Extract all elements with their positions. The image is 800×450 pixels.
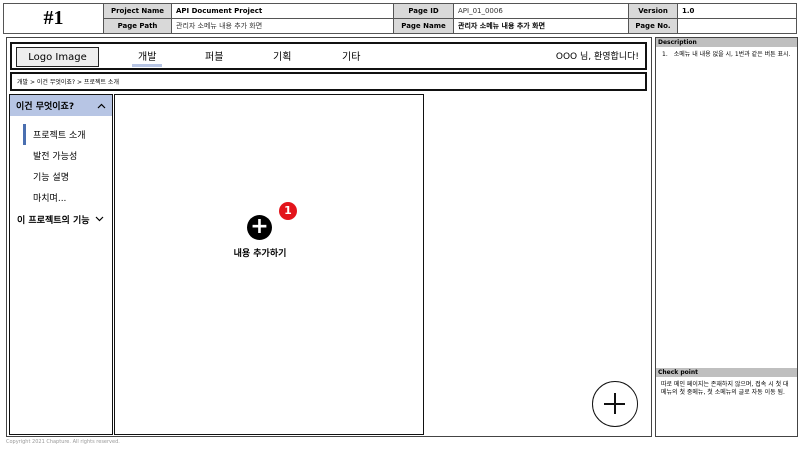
project-name-value: API Document Project — [172, 4, 394, 19]
sidebar-item-closing[interactable]: 마치며... — [23, 187, 112, 208]
page-path-value: 관리자 소메뉴 내용 추가 화면 — [172, 18, 394, 33]
sidebar: 이건 무엇이죠? 프로젝트 소개 발전 가능성 기능 설명 마치며... 이 프… — [9, 94, 113, 435]
checkpoint-section: Check point 따로 메인 페이지는 존재하지 않으며, 접속 시 첫 … — [656, 368, 797, 397]
nav-menu-publish[interactable]: 퍼블 — [199, 48, 229, 67]
version-label: Version — [629, 4, 678, 19]
page-id-value: API_01_0006 — [454, 4, 629, 19]
sidebar-footer-title: 이 프로젝트의 기능 — [17, 215, 90, 226]
description-item: 1. 소메뉴 내 내용 없을 시, 1번과 같은 버튼 표시. — [656, 47, 797, 59]
page-no-label: Page No. — [629, 18, 678, 33]
chevron-up-icon — [97, 103, 106, 108]
screen-number: #1 — [4, 4, 104, 33]
copyright-text: Copyright 2021 Chapture. All rights rese… — [6, 439, 120, 445]
floating-add-button[interactable] — [592, 381, 638, 427]
page-path-label: Page Path — [104, 18, 172, 33]
nav-menu-dev[interactable]: 개발 — [132, 48, 163, 67]
spec-side-panel: Description 1. 소메뉴 내 내용 없을 시, 1번과 같은 버튼 … — [655, 37, 798, 437]
add-content-label[interactable]: 내용 추가하기 — [225, 246, 295, 259]
page-no-value — [678, 19, 796, 34]
description-item-number: 1. — [662, 51, 668, 58]
breadcrumb: 개발 > 이건 무엇이죠? > 프로젝트 소개 — [10, 72, 647, 91]
sidebar-list: 프로젝트 소개 발전 가능성 기능 설명 마치며... — [23, 124, 112, 208]
content-area: + 1 내용 추가하기 — [114, 94, 424, 435]
wireframe-frame: Logo Image 개발 퍼블 기획 기타 OOO 님, 환영합니다! 개발 … — [6, 37, 652, 437]
top-navigation: Logo Image 개발 퍼블 기획 기타 OOO 님, 환영합니다! — [10, 42, 647, 70]
page-name-value: 관리자 소메뉴 내용 추가 화면 — [454, 18, 629, 33]
nav-menu-etc[interactable]: 기타 — [336, 48, 366, 67]
sidebar-section-title: 이건 무엇이죠? — [16, 102, 75, 112]
checkpoint-text: 따로 메인 페이지는 존재하지 않으며, 접속 시 첫 대메뉴의 첫 중메뉴, … — [661, 381, 789, 396]
sidebar-section-header[interactable]: 이건 무엇이죠? — [10, 95, 112, 116]
sidebar-item-feature-desc[interactable]: 기능 설명 — [23, 166, 112, 187]
sidebar-item-potential[interactable]: 발전 가능성 — [23, 145, 112, 166]
version-value: 1.0 — [678, 4, 796, 19]
logo-image[interactable]: Logo Image — [16, 47, 99, 67]
chevron-down-icon — [95, 216, 103, 222]
page-name-label: Page Name — [394, 18, 454, 33]
annotation-badge: 1 — [279, 202, 297, 220]
welcome-message: OOO 님, 환영합니다! — [555, 52, 639, 62]
spec-header-grid: Project Name API Document Project Page I… — [104, 4, 796, 33]
add-content-button[interactable]: + — [247, 215, 272, 240]
sidebar-section-features[interactable]: 이 프로젝트의 기능 — [10, 210, 112, 228]
checkpoint-title: Check point — [656, 368, 797, 377]
page-id-label: Page ID — [394, 4, 454, 19]
project-name-label: Project Name — [104, 4, 172, 19]
spec-header: #1 Project Name API Document Project Pag… — [3, 3, 797, 34]
description-title: Description — [656, 38, 797, 47]
sidebar-item-project-intro[interactable]: 프로젝트 소개 — [23, 124, 112, 145]
description-item-text: 소메뉴 내 내용 없을 시, 1번과 같은 버튼 표시. — [673, 51, 791, 58]
nav-menu-plan[interactable]: 기획 — [267, 48, 297, 67]
